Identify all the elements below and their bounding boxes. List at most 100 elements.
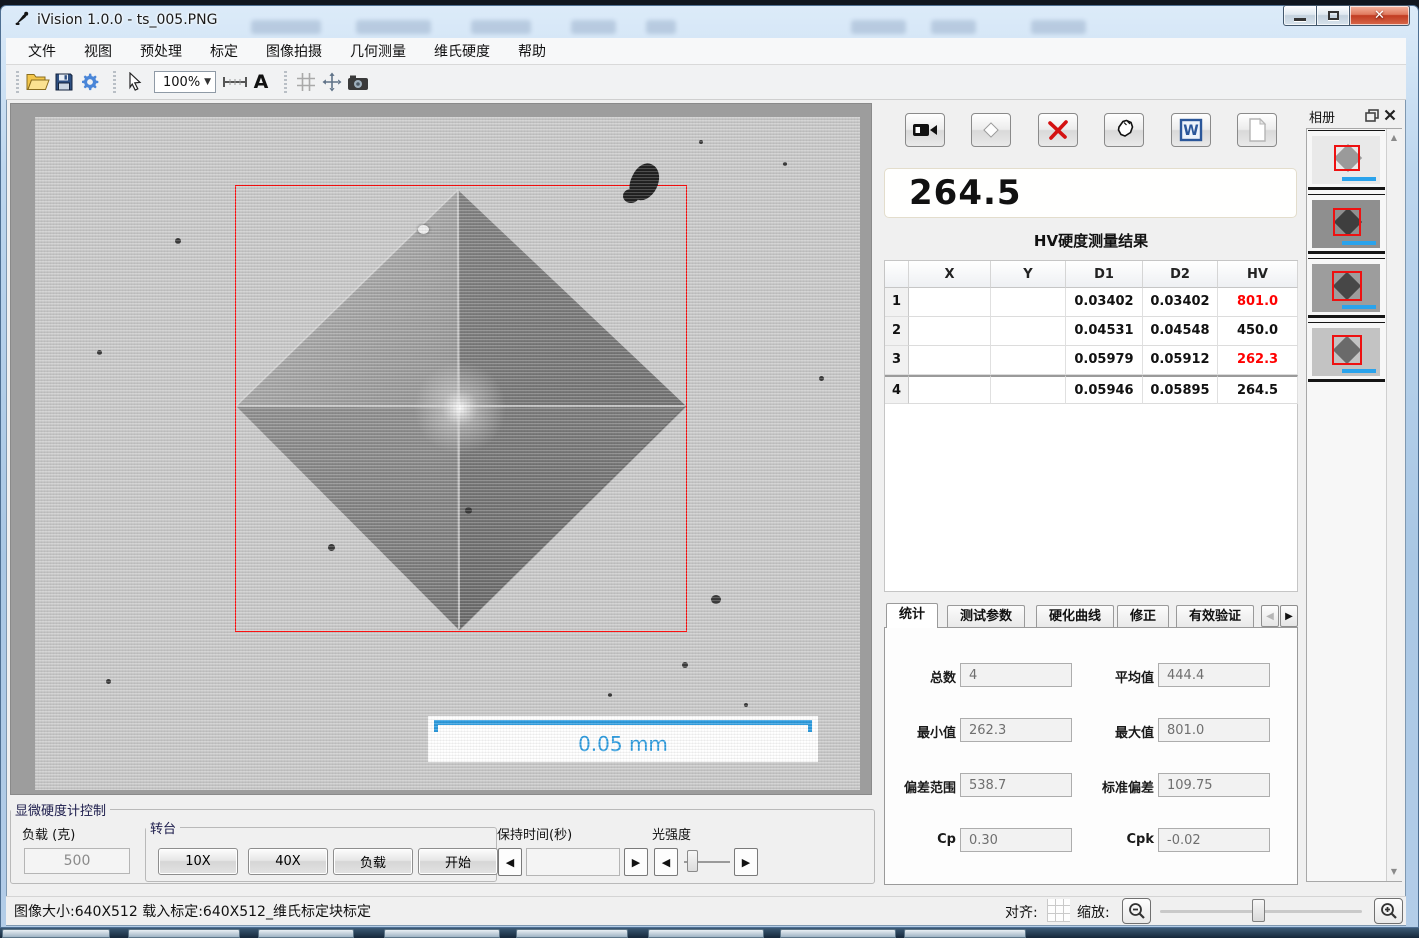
taskbar-button[interactable] <box>384 929 500 938</box>
thumbnail-item[interactable] <box>1308 194 1385 254</box>
turret-40x-button[interactable]: 40X <box>248 848 328 875</box>
red-x-icon <box>1046 118 1070 142</box>
tab-test-parameters[interactable]: 测试参数 <box>947 605 1025 627</box>
turret-10x-button[interactable]: 10X <box>158 848 238 875</box>
cell-d2: 0.03402 <box>1143 288 1218 317</box>
hold-time-input[interactable] <box>526 848 620 876</box>
video-camera-icon <box>912 122 938 138</box>
menu-file[interactable]: 文件 <box>14 38 70 64</box>
zoom-slider-thumb[interactable] <box>1252 899 1265 922</box>
taskbar-button[interactable] <box>128 929 240 938</box>
cell-d1: 0.05979 <box>1066 346 1143 375</box>
table-row[interactable]: 4 0.05946 0.05895 264.5 <box>885 375 1297 404</box>
scale-bar: 0.05 mm <box>428 716 818 762</box>
cell-d1: 0.04531 <box>1066 317 1143 346</box>
scroll-up-button[interactable]: ▲ <box>1387 130 1401 145</box>
min-label: 最小值 <box>836 722 956 741</box>
tab-hardening-curve[interactable]: 硬化曲线 <box>1036 605 1114 627</box>
window-title: iVision 1.0.0 - ts_005.PNG <box>37 12 217 28</box>
thumbnail-item[interactable] <box>1308 258 1385 318</box>
zoom-label: 缩放: <box>1077 902 1110 922</box>
grab-tool-button[interactable] <box>1104 113 1144 147</box>
table-row[interactable]: 3 0.05979 0.05912 262.3 <box>885 346 1297 375</box>
album-scrollbar[interactable] <box>1386 129 1402 881</box>
thumbnail-item[interactable] <box>1308 130 1385 190</box>
move-tool-button[interactable] <box>319 69 345 95</box>
close-button[interactable]: ✕ <box>1350 5 1410 26</box>
hold-time-increase-button[interactable]: ▶ <box>624 848 648 876</box>
right-arrow-icon: ▶ <box>742 856 750 869</box>
cpk-input[interactable] <box>1158 828 1270 852</box>
app-icon <box>14 10 30 30</box>
cell-y <box>991 288 1066 317</box>
text-tool-button[interactable]: A <box>248 69 274 95</box>
results-table-title: HV硬度测量结果 <box>884 230 1298 251</box>
menu-help[interactable]: 帮助 <box>504 38 560 64</box>
right-arrow-icon: ▶ <box>632 856 640 869</box>
menu-calibration[interactable]: 标定 <box>196 38 252 64</box>
max-input[interactable] <box>1158 718 1270 742</box>
left-arrow-icon: ◀ <box>1266 611 1274 622</box>
indent-measure-button[interactable] <box>971 113 1011 147</box>
save-button[interactable] <box>51 69 77 95</box>
delete-result-button[interactable] <box>1038 113 1078 147</box>
new-report-button[interactable] <box>1237 113 1277 147</box>
export-word-button[interactable]: W <box>1171 113 1211 147</box>
light-increase-button[interactable]: ▶ <box>734 848 758 876</box>
open-file-button[interactable] <box>25 69 51 95</box>
pointer-tool-button[interactable] <box>122 69 148 95</box>
album-float-button[interactable] <box>1365 109 1381 123</box>
close-icon: ✕ <box>1374 8 1385 23</box>
tab-statistics[interactable]: 统计 <box>886 603 938 628</box>
tab-correction[interactable]: 修正 <box>1117 605 1169 627</box>
align-grid-icon[interactable] <box>1047 899 1070 922</box>
cell-d1: 0.05946 <box>1066 375 1143 404</box>
cell-d2: 0.04548 <box>1143 317 1218 346</box>
menu-vickers-hardness[interactable]: 维氏硬度 <box>420 38 504 64</box>
scroll-down-button[interactable]: ▼ <box>1387 864 1401 879</box>
taskbar-button[interactable] <box>780 929 896 938</box>
hold-time-decrease-button[interactable]: ◀ <box>498 848 522 876</box>
live-video-button[interactable] <box>905 113 945 147</box>
measurement-roi-rectangle[interactable] <box>235 185 687 632</box>
hand-glove-icon <box>1112 118 1136 142</box>
grid-tool-button[interactable] <box>293 69 319 95</box>
start-button[interactable]: 开始 <box>418 848 498 875</box>
maximize-button[interactable] <box>1317 5 1350 26</box>
cpk-label: Cpk <box>1034 832 1154 847</box>
measure-tool-button[interactable] <box>222 69 248 95</box>
stddev-input[interactable] <box>1158 773 1270 797</box>
load-button[interactable]: 负载 <box>333 848 413 875</box>
mean-input[interactable] <box>1158 663 1270 687</box>
light-intensity-slider-thumb[interactable] <box>687 850 698 872</box>
table-row[interactable]: 2 0.04531 0.04548 450.0 <box>885 317 1297 346</box>
menu-image-capture[interactable]: 图像拍摄 <box>252 38 336 64</box>
menu-view[interactable]: 视图 <box>70 38 126 64</box>
album-close-button[interactable] <box>1384 109 1400 123</box>
taskbar-button[interactable] <box>516 929 628 938</box>
zoom-out-button[interactable] <box>1122 898 1151 924</box>
cell-y <box>991 317 1066 346</box>
load-grams-input[interactable] <box>24 848 130 874</box>
capture-button[interactable] <box>345 69 371 95</box>
microscope-image[interactable]: 0.05 mm <box>35 117 860 790</box>
cell-d2: 0.05895 <box>1143 375 1218 404</box>
taskbar-button[interactable] <box>2 929 110 938</box>
settings-button[interactable] <box>77 69 103 95</box>
taskbar-button[interactable] <box>258 929 354 938</box>
menu-geometry-measure[interactable]: 几何测量 <box>336 38 420 64</box>
debris-blob <box>623 189 639 203</box>
taskbar-button[interactable] <box>904 929 1026 938</box>
toolbar-grip <box>284 71 287 93</box>
minimize-button[interactable] <box>1283 5 1317 26</box>
tab-scroll-right-button[interactable]: ▶ <box>1280 605 1298 627</box>
table-row[interactable]: 1 0.03402 0.03402 801.0 <box>885 288 1297 317</box>
taskbar-button[interactable] <box>648 929 764 938</box>
thumbnail-item[interactable] <box>1308 322 1385 382</box>
zoom-in-button[interactable] <box>1374 898 1403 924</box>
light-decrease-button[interactable]: ◀ <box>654 848 678 876</box>
zoom-level-select[interactable]: 100% ▼ <box>154 71 216 93</box>
tab-validation[interactable]: 有效验证 <box>1176 605 1254 627</box>
menu-preprocess[interactable]: 预处理 <box>126 38 196 64</box>
tab-scroll-left-button[interactable]: ◀ <box>1261 605 1279 627</box>
